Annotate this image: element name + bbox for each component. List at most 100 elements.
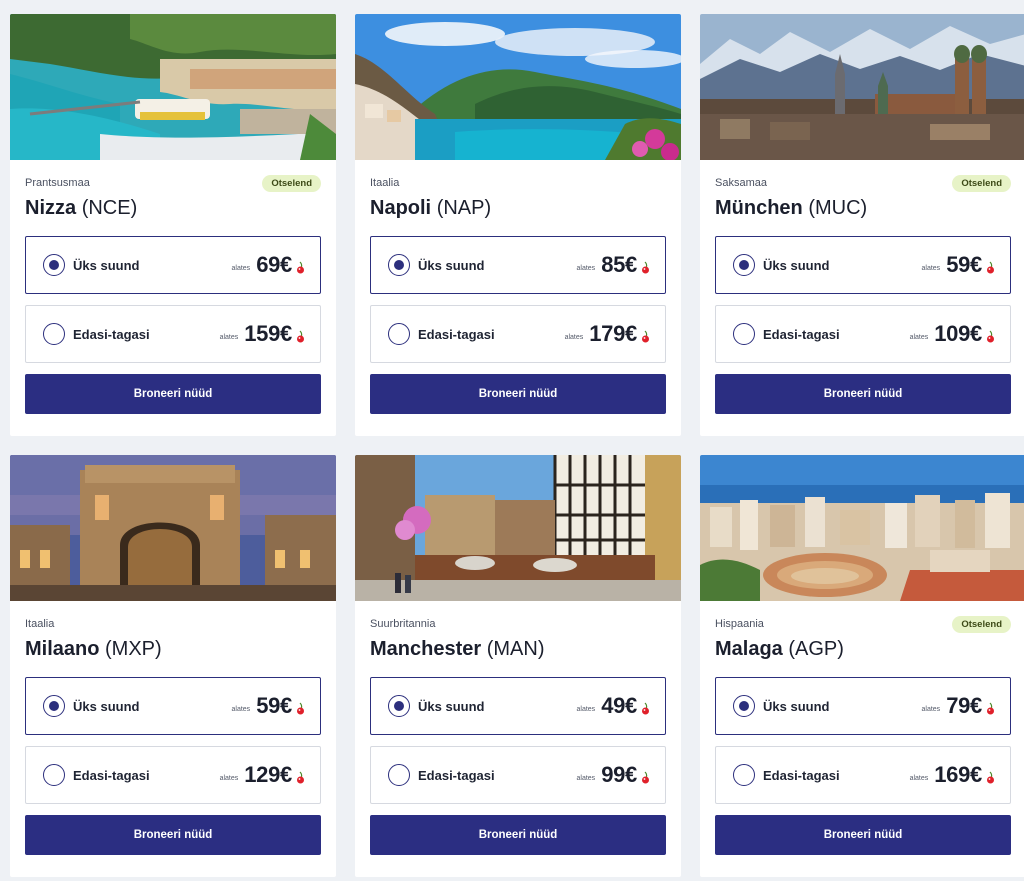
one-way-label: Üks suund [73,698,140,714]
price-group: alates 169€ [910,762,996,788]
radio-unselected[interactable] [388,764,410,786]
manchester-street-photo [355,455,681,601]
price-group: alates 109€ [910,321,996,347]
return-price: 99€ [601,762,637,787]
city-title: Milaano (MXP) [25,636,321,662]
cherry-icon [987,330,994,342]
city-title: Malaga (AGP) [715,636,1011,662]
cherry-icon [642,330,649,342]
one-way-option[interactable]: Üks suund alates 79€ [715,677,1011,735]
radio-unselected[interactable] [43,764,65,786]
country-label: Itaalia [370,177,400,189]
city-title: München (MUC) [715,195,1011,221]
price-group: alates 85€ [577,252,652,278]
card-info: Itaalia Milaano (MXP) Üks suund alates 5… [10,601,336,855]
cherry-icon [987,771,994,783]
radio-unselected[interactable] [43,323,65,345]
milan-galleria-photo [10,455,336,601]
airport-code: (NCE) [81,197,138,219]
one-way-option[interactable]: Üks suund alates 85€ [370,236,666,294]
return-option[interactable]: Edasi-tagasi alates 109€ [715,305,1011,363]
return-option[interactable]: Edasi-tagasi alates 179€ [370,305,666,363]
direct-flight-badge: Otselend [952,616,1011,633]
one-way-option[interactable]: Üks suund alates 49€ [370,677,666,735]
one-way-label: Üks suund [763,257,830,273]
return-label: Edasi-tagasi [73,326,150,342]
return-label: Edasi-tagasi [418,767,495,783]
radio-unselected[interactable] [733,323,755,345]
one-way-price: 85€ [601,252,637,277]
radio-selected[interactable] [733,254,755,276]
from-label: alates [219,334,239,341]
card-info: Itaalia Napoli (NAP) Üks suund alates 85… [355,160,681,414]
cherry-icon [987,261,994,273]
return-option[interactable]: Edasi-tagasi alates 99€ [370,746,666,804]
cherry-icon [642,771,649,783]
radio-selected[interactable] [388,254,410,276]
book-now-button[interactable]: Broneeri nüüd [715,815,1011,855]
destination-card-milan: Itaalia Milaano (MXP) Üks suund alates 5… [10,455,336,877]
from-label: alates [564,334,584,341]
one-way-label: Üks suund [418,257,485,273]
city-name: Manchester [370,638,482,660]
book-now-button[interactable]: Broneeri nüüd [25,815,321,855]
cherry-icon [642,261,649,273]
city-name: Napoli [370,197,432,219]
return-label: Edasi-tagasi [418,326,495,342]
city-name: Malaga [715,638,783,660]
price-group: alates 159€ [220,321,306,347]
radio-selected[interactable] [43,695,65,717]
book-now-button[interactable]: Broneeri nüüd [25,374,321,414]
price-group: alates 59€ [232,693,307,719]
from-label: alates [576,265,596,272]
one-way-price: 59€ [256,693,292,718]
radio-unselected[interactable] [388,323,410,345]
cherry-icon [297,330,304,342]
return-option[interactable]: Edasi-tagasi alates 159€ [25,305,321,363]
from-label: alates [219,775,239,782]
one-way-price: 59€ [946,252,982,277]
from-label: alates [909,775,929,782]
return-price: 109€ [934,321,982,346]
airport-code: (AGP) [788,638,844,660]
radio-selected[interactable] [388,695,410,717]
return-price: 159€ [244,321,292,346]
return-label: Edasi-tagasi [73,767,150,783]
radio-unselected[interactable] [733,764,755,786]
price-group: alates 179€ [565,321,651,347]
one-way-label: Üks suund [73,257,140,273]
one-way-label: Üks suund [763,698,830,714]
destination-card-nice: Prantsusmaa Otselend Nizza (NCE) Üks suu… [10,14,336,436]
radio-selected[interactable] [733,695,755,717]
one-way-option[interactable]: Üks suund alates 69€ [25,236,321,294]
book-now-button[interactable]: Broneeri nüüd [370,815,666,855]
naples-coast-photo [355,14,681,160]
from-label: alates [231,706,251,713]
airport-code: (MUC) [808,197,868,219]
return-option[interactable]: Edasi-tagasi alates 169€ [715,746,1011,804]
destination-grid: Prantsusmaa Otselend Nizza (NCE) Üks suu… [10,14,1024,877]
book-now-button[interactable]: Broneeri nüüd [370,374,666,414]
return-option[interactable]: Edasi-tagasi alates 129€ [25,746,321,804]
cherry-icon [642,702,649,714]
destination-card-malaga: Hispaania Otselend Malaga (AGP) Üks suun… [700,455,1024,877]
city-name: Milaano [25,638,100,660]
card-info: Prantsusmaa Otselend Nizza (NCE) Üks suu… [10,160,336,414]
card-info: Suurbritannia Manchester (MAN) Üks suund… [355,601,681,855]
cherry-icon [297,702,304,714]
munich-skyline-photo [700,14,1024,160]
book-now-button[interactable]: Broneeri nüüd [715,374,1011,414]
city-title: Napoli (NAP) [370,195,666,221]
price-group: alates 129€ [220,762,306,788]
from-label: alates [576,775,596,782]
return-price: 129€ [244,762,292,787]
one-way-option[interactable]: Üks suund alates 59€ [715,236,1011,294]
city-title: Manchester (MAN) [370,636,666,662]
radio-selected[interactable] [43,254,65,276]
city-name: München [715,197,803,219]
nice-coast-photo [10,14,336,160]
malaga-bullring-photo [700,455,1024,601]
cherry-icon [987,702,994,714]
from-label: alates [921,706,941,713]
one-way-option[interactable]: Üks suund alates 59€ [25,677,321,735]
